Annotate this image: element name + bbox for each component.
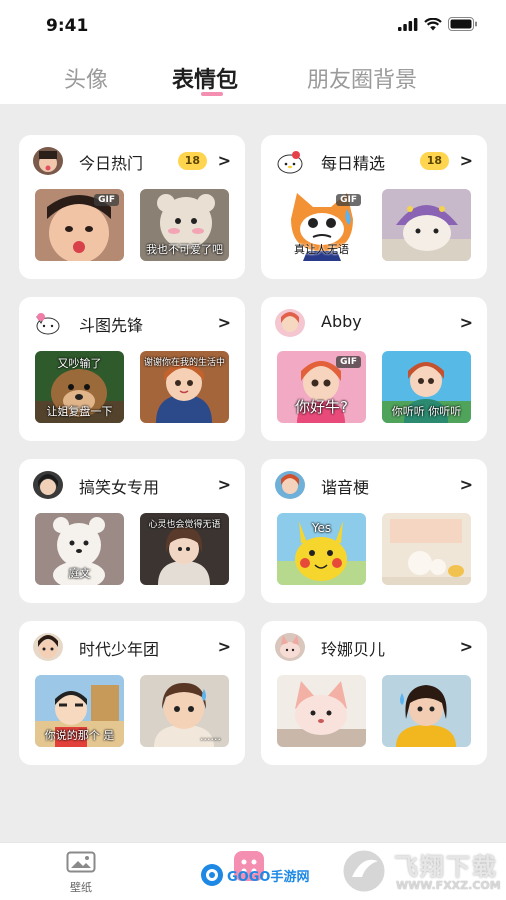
collection-card-linabell[interactable]: 玲娜贝儿 >: [261, 621, 487, 765]
sticker-thumbnail[interactable]: ......: [140, 675, 229, 747]
sticker-caption: ......: [200, 730, 221, 743]
sticker-thumbnail[interactable]: 你听听 你听听: [382, 351, 471, 423]
bottom-nav: 壁纸 GOGO手游网 飞翔下载 WWW.FXXZ.COM: [0, 842, 506, 900]
sticker-caption: 真让人无语: [294, 243, 349, 256]
collection-title: 玲娜贝儿: [321, 640, 386, 659]
sticker-thumbnail[interactable]: [382, 189, 471, 261]
sticker-caption: 你说的那个 是: [44, 729, 115, 742]
sticker-caption-top: 心灵也会觉得无语: [148, 520, 221, 530]
sticker-thumbnail[interactable]: GIF 真让人无语: [277, 189, 366, 261]
sticker-thumbnail[interactable]: 心灵也会觉得无语: [140, 513, 229, 585]
watermark-fxxz-text: 飞翔下载: [394, 853, 498, 881]
sticker-thumbnail[interactable]: GIF: [35, 189, 124, 261]
collection-card-daily-picks[interactable]: 每日精选 18 > GIF 真让人无语: [261, 135, 487, 279]
sticker-thumbnail[interactable]: 又吵输了 让姐复盘一下: [35, 351, 124, 423]
collection-card-pun-memes[interactable]: 谐音梗 > Yes: [261, 459, 487, 603]
watermark-gogo: GOGO手游网: [200, 863, 309, 887]
active-tab-indicator: [201, 92, 223, 96]
tab-moments-background[interactable]: 朋友圈背景: [307, 62, 417, 94]
card-header: 今日热门 18 >: [33, 147, 231, 175]
collection-avatar: [275, 471, 305, 499]
nav-wallpaper[interactable]: 壁纸: [66, 851, 96, 895]
collection-avatar: [275, 147, 305, 175]
status-time: 9:41: [46, 16, 89, 36]
sticker-caption-top: 又吵输了: [57, 357, 102, 370]
card-header: 玲娜贝儿 >: [275, 633, 473, 661]
sticker-thumbnail[interactable]: [382, 513, 471, 585]
chevron-right-icon[interactable]: >: [460, 475, 473, 494]
nav-wallpaper-label: 壁纸: [70, 881, 92, 894]
sticker-thumbnail[interactable]: 谢谢你在我的生活中: [140, 351, 229, 423]
collection-avatar: [33, 633, 63, 661]
chevron-right-icon[interactable]: >: [218, 151, 231, 170]
sticker-thumbnail[interactable]: 庭文: [35, 513, 124, 585]
sticker-thumbnail[interactable]: [277, 675, 366, 747]
collection-avatar: [275, 309, 305, 337]
sticker-caption: 庭文: [68, 567, 91, 580]
sticker-thumbnail[interactable]: [382, 675, 471, 747]
sticker-thumbnail[interactable]: 我也不可爱了吧: [140, 189, 229, 261]
watermark-fxxz-url: WWW.FXXZ.COM: [396, 879, 501, 892]
chevron-right-icon[interactable]: >: [460, 151, 473, 170]
sticker-collections: 今日热门 18 > GIF 我也不可爱了吧 每日精选 18 > GIF 真让人无…: [0, 104, 506, 842]
sticker-thumbnail[interactable]: GIF 你好牛?: [277, 351, 366, 423]
collection-title: 今日热门: [79, 154, 144, 173]
collection-card-meme-battle[interactable]: 斗图先锋 > 又吵输了 让姐复盘一下 谢谢你在我的生活中: [19, 297, 245, 441]
chevron-right-icon[interactable]: >: [218, 313, 231, 332]
sticker-thumbnail[interactable]: Yes: [277, 513, 366, 585]
sticker-caption: 让姐复盘一下: [46, 405, 113, 418]
gif-tag: GIF: [94, 194, 119, 206]
top-tabs: 头像 表情包 朋友圈背景: [0, 50, 506, 104]
count-badge: 18: [419, 152, 449, 170]
sticker-caption: 我也不可爱了吧: [146, 243, 223, 256]
status-bar: 9:41: [0, 0, 506, 50]
wifi-icon: [424, 17, 442, 30]
card-header: Abby >: [275, 309, 473, 337]
card-header: 每日精选 18 >: [275, 147, 473, 175]
collection-title: 谐音梗: [321, 478, 370, 497]
collection-title: 每日精选: [321, 154, 386, 173]
fxxz-logo-icon: [340, 847, 388, 895]
collection-title: 斗图先锋: [79, 316, 144, 335]
tab-avatar[interactable]: 头像: [64, 62, 108, 94]
collection-card-abby[interactable]: Abby > GIF 你好牛? 你听听 你听听: [261, 297, 487, 441]
sticker-caption: 你听听 你听听: [391, 405, 462, 418]
card-header: 时代少年团 >: [33, 633, 231, 661]
card-header: 搞笑女专用 >: [33, 471, 231, 499]
collection-card-tnt[interactable]: 时代少年团 > 你说的那个 是 ......: [19, 621, 245, 765]
gogo-logo-icon: [201, 864, 223, 886]
card-header: 斗图先锋 >: [33, 309, 231, 337]
signal-icon: [398, 17, 418, 31]
gif-tag: GIF: [336, 356, 361, 368]
sticker-thumbnail[interactable]: 你说的那个 是: [35, 675, 124, 747]
collection-avatar: [33, 309, 63, 337]
tab-stickers[interactable]: 表情包: [172, 62, 238, 94]
watermark-fxxz: 飞翔下载 WWW.FXXZ.COM: [340, 845, 501, 897]
sticker-caption-top: 谢谢你在我的生活中: [143, 358, 225, 368]
gif-tag: GIF: [336, 194, 361, 206]
collection-avatar: [33, 147, 63, 175]
battery-icon: [448, 17, 477, 31]
chevron-right-icon[interactable]: >: [218, 637, 231, 656]
collection-avatar: [275, 633, 305, 661]
collection-title: Abby: [321, 312, 362, 331]
count-badge: 18: [177, 152, 207, 170]
sticker-caption: Yes: [311, 521, 332, 535]
chevron-right-icon[interactable]: >: [460, 313, 473, 332]
collection-title: 时代少年团: [79, 640, 160, 659]
collection-card-funny-girl[interactable]: 搞笑女专用 > 庭文 心灵也会觉得无语: [19, 459, 245, 603]
chevron-right-icon[interactable]: >: [218, 475, 231, 494]
collection-title: 搞笑女专用: [79, 478, 160, 497]
collection-avatar: [33, 471, 63, 499]
image-icon: [66, 851, 96, 873]
card-header: 谐音梗 >: [275, 471, 473, 499]
watermark-gogo-text: GOGO手游网: [227, 869, 310, 885]
chevron-right-icon[interactable]: >: [460, 637, 473, 656]
sticker-caption: 你好牛?: [295, 398, 348, 416]
collection-card-hot-today[interactable]: 今日热门 18 > GIF 我也不可爱了吧: [19, 135, 245, 279]
status-icons: [398, 17, 478, 31]
